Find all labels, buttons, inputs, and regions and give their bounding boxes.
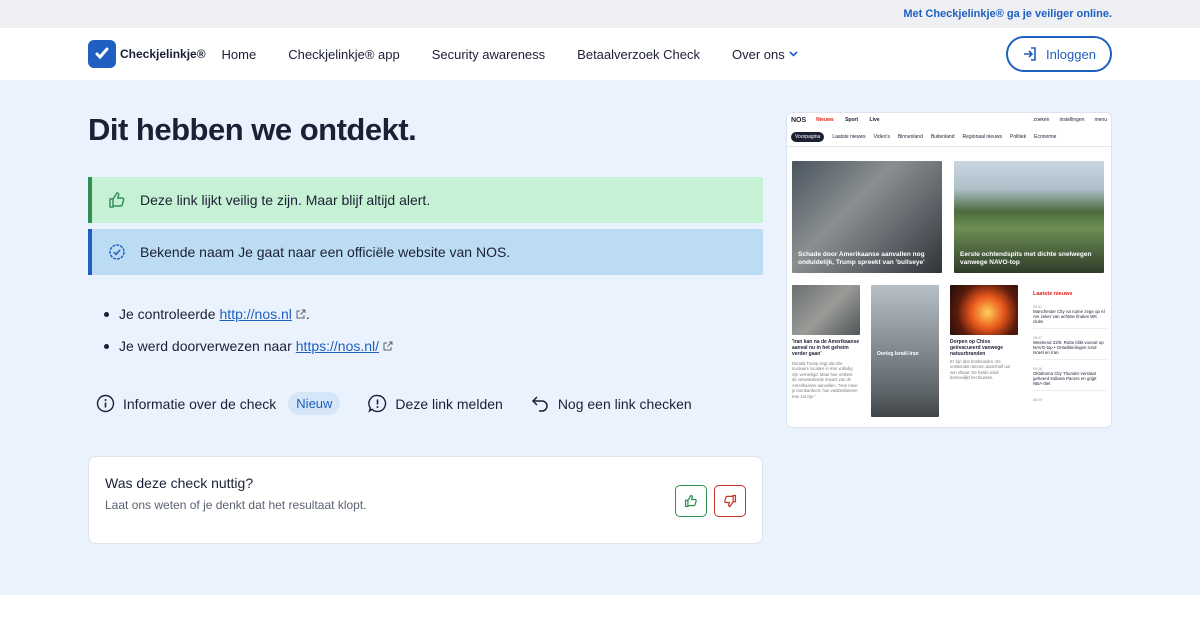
nav-app[interactable]: Checkjelinkje® app [288, 47, 399, 62]
preview-subnav-item: Politiek [1009, 133, 1027, 140]
main-section: Dit hebben we ontdekt. Deze link lijkt v… [0, 80, 1200, 595]
preview-latest-heading: Laatste nieuws [1033, 291, 1073, 297]
report-speech-icon [368, 394, 387, 413]
preview-tab: Live [869, 117, 880, 123]
preview-header: NOS Nieuws Sport Live zoeken instellinge… [787, 113, 1111, 127]
preview-card-caption: Eerste ochtendspits met dichte snelwegen… [960, 251, 1092, 267]
alert-known-name: Bekende naam Je gaat naar een officiële … [88, 229, 763, 275]
nav-security-awareness[interactable]: Security awareness [432, 47, 545, 62]
feedback-title: Was deze check nuttig? [105, 475, 254, 491]
login-label: Inloggen [1046, 46, 1096, 62]
preview-subnav-item: Video's [873, 133, 890, 140]
action-row: Informatie over de check Nieuw Deze link… [96, 392, 720, 415]
preview-card-highway: Eerste ochtendspits met dichte snelwegen… [954, 161, 1104, 273]
check-again-button[interactable]: Nog een link checken [531, 394, 692, 413]
list-item: 06:09 [1033, 398, 1042, 402]
preview-small-body: Er zijn drie bosbranden. De ontstonden b… [950, 359, 1011, 381]
main-nav: Home Checkjelinkje® app Security awarene… [222, 47, 830, 62]
preview-thumb-fire [950, 285, 1018, 335]
preview-settings: instellingen [1059, 117, 1085, 123]
preview-subnav-item: Buitenland [930, 133, 955, 140]
info-icon [96, 394, 115, 413]
thumbs-up-icon [109, 192, 125, 208]
report-link-button[interactable]: Deze link melden [368, 394, 503, 413]
preview-small-title: 'Iran kan na de Amerikaanse aanval nu in… [792, 339, 860, 357]
login-icon [1024, 47, 1036, 61]
preview-small-title: Dorpen op Chios geëvacueerd vanwege natu… [950, 339, 1004, 357]
preview-subnav-item: Voorpagina [791, 131, 825, 142]
alert-known-text: Bekende naam Je gaat naar een officiële … [140, 244, 511, 260]
top-bar: Met Checkjelinkje® ga je veiliger online… [0, 0, 1200, 28]
external-link-icon[interactable] [383, 341, 393, 351]
feedback-subtitle: Laat ons weten of je denkt dat het resul… [105, 498, 367, 512]
preview-card-satellite: Schade door Amerikaanse aanvallen nog on… [792, 161, 942, 273]
list-item: Je controleerde http://nos.nl . [104, 298, 393, 330]
report-link-label: Deze link melden [395, 395, 503, 412]
preview-subnav-item: Regionaal nieuws [962, 133, 1002, 140]
login-button[interactable]: Inloggen [1006, 36, 1112, 72]
preview-card-buildings: Oorlog Israël-Iran [871, 285, 939, 417]
preview-search: zoeken [1033, 117, 1050, 123]
chevron-down-icon [789, 51, 798, 57]
redirect-url-link[interactable]: https://nos.nl/ [296, 338, 379, 354]
page-title: Dit hebben we ontdekt. [88, 112, 417, 147]
top-bar-tagline: Met Checkjelinkje® ga je veiliger online… [903, 8, 1112, 20]
undo-arrow-icon [531, 396, 548, 412]
preview-subnav-item: Binnenland [897, 133, 923, 140]
list-item: 06:51 Manchester City na ruime zege op Al… [1033, 305, 1107, 329]
preview-subnav-item: Economie [1034, 133, 1057, 140]
new-badge: Nieuw [288, 392, 341, 415]
preview-thumb-satellite [792, 285, 860, 335]
preview-subnav: Voorpagina Laatste nieuws Video's Binnen… [787, 127, 1111, 147]
check-again-label: Nog een link checken [557, 395, 692, 412]
verified-badge-icon [109, 244, 125, 260]
nav-home[interactable]: Home [222, 47, 257, 62]
header: Checkjelinkje® Home Checkjelinkje® app S… [0, 28, 1200, 80]
url-details: Je controleerde http://nos.nl . Je werd … [104, 298, 393, 362]
logo-mark-icon [88, 40, 116, 68]
alert-safe: Deze link lijkt veilig te zijn. Maar bli… [88, 177, 763, 223]
preview-tab: Nieuws [816, 117, 834, 123]
preview-subnav-item: Laatste nieuws [832, 133, 866, 140]
thumbs-up-icon [684, 494, 697, 508]
list-item: 06:47 Weekend 23/6: Rutte blikt vooruit o… [1033, 336, 1107, 360]
preview-latest-news: Laatste nieuws 06:51 Manchester City na r… [1033, 291, 1107, 413]
logo-text: Checkjelinkje® [120, 47, 206, 61]
preview-card-caption: Oorlog Israël-Iran [877, 351, 919, 357]
feedback-card: Was deze check nuttig? Laat ons weten of… [88, 456, 763, 544]
checked-url-link[interactable]: http://nos.nl [220, 306, 292, 322]
logo[interactable]: Checkjelinkje® [88, 40, 206, 68]
thumbs-down-icon [724, 494, 737, 508]
preview-menu: menu [1094, 117, 1107, 123]
preview-small-body: Donald Trump zegt dat drie nucleaire loc… [792, 361, 858, 399]
nav-over-ons-label: Over ons [732, 46, 785, 62]
info-check-button[interactable]: Informatie over de check Nieuw [96, 392, 341, 415]
preview-tab: Sport [845, 117, 859, 123]
nav-over-ons[interactable]: Over ons [732, 47, 798, 62]
preview-card-caption: Schade door Amerikaanse aanvallen nog on… [798, 251, 925, 267]
thumbs-down-button[interactable] [714, 485, 746, 517]
info-check-label: Informatie over de check [123, 395, 277, 412]
preview-logo: NOS [791, 116, 807, 124]
website-preview: NOS Nieuws Sport Live zoeken instellinge… [786, 112, 1112, 428]
thumbs-up-button[interactable] [675, 485, 707, 517]
list-item: 06:36 Oklahoma City Thunder verslaat gehe… [1033, 367, 1107, 391]
alert-safe-text: Deze link lijkt veilig te zijn. Maar bli… [140, 192, 431, 208]
footer [0, 595, 1200, 630]
external-link-icon[interactable] [296, 309, 306, 319]
list-item: Je werd doorverwezen naar https://nos.nl… [104, 330, 393, 362]
nav-betaalverzoek[interactable]: Betaalverzoek Check [577, 47, 700, 62]
